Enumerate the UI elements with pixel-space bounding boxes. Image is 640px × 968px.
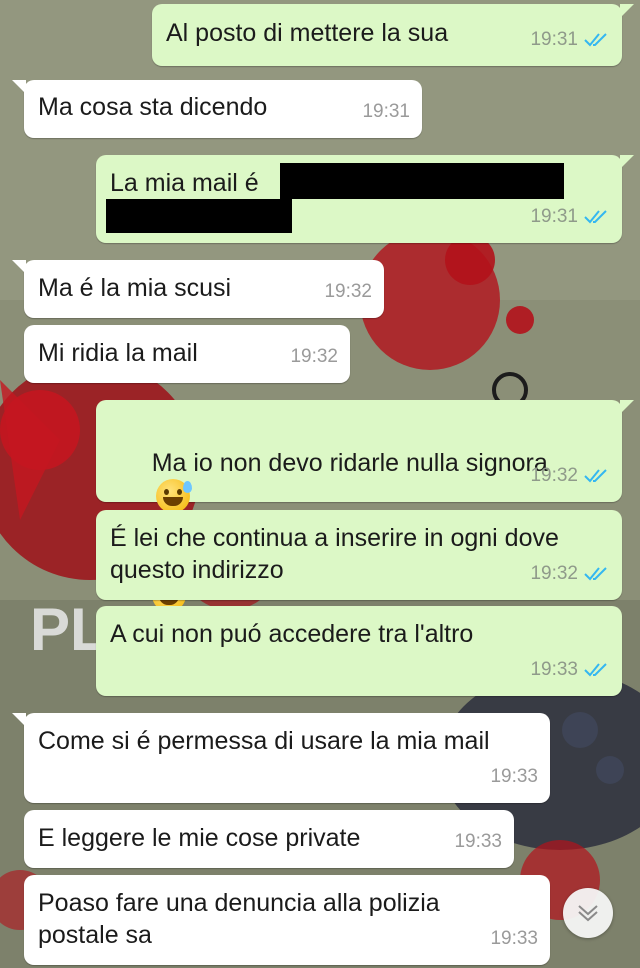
message-bubble-outgoing[interactable]: Ma io non devo ridarle nulla signora 19:… xyxy=(96,400,634,612)
bubble-tail xyxy=(620,400,634,414)
message-time: 19:31 xyxy=(530,29,578,50)
message-text: A cui non puó accedere tra l'altro xyxy=(110,620,474,648)
bubble-tail xyxy=(12,713,26,727)
message-text: E leggere le mie cose private xyxy=(38,824,361,852)
message-time: 19:31 xyxy=(362,101,410,122)
message-time: 19:31 xyxy=(530,206,578,227)
message-bubble-incoming[interactable]: Ma é la mia scusi 19:32 xyxy=(12,260,384,318)
redacted-email xyxy=(280,163,564,199)
message-meta: 19:32 xyxy=(324,276,372,308)
message-meta: 19:32 xyxy=(530,460,610,492)
message-time: 19:33 xyxy=(490,766,538,787)
message-bubble-incoming[interactable]: Come si é permessa di usare la mia mail … xyxy=(12,713,550,803)
message-bubble-outgoing[interactable]: É lei che continua a inserire in ogni do… xyxy=(96,510,622,600)
message-time: 19:32 xyxy=(324,281,372,302)
scroll-to-bottom-button[interactable] xyxy=(563,888,613,938)
message-bubble-outgoing[interactable]: A cui non puó accedere tra l'altro 19:33 xyxy=(96,606,622,696)
message-meta: 19:31 xyxy=(530,24,610,56)
message-time: 19:32 xyxy=(530,563,578,584)
message-meta: 19:33 xyxy=(530,654,610,686)
message-meta: 19:33 xyxy=(454,826,502,858)
message-bubble-incoming[interactable]: Poaso fare una denuncia alla polizia pos… xyxy=(24,875,550,965)
message-text: Poaso fare una denuncia alla polizia pos… xyxy=(38,889,440,949)
message-bubble-incoming[interactable]: Mi ridia la mail 19:32 xyxy=(24,325,350,383)
chat-view[interactable]: PL Al posto di mettere la sua 19:31 Ma c… xyxy=(0,0,640,968)
message-bubble-incoming[interactable]: Ma cosa sta dicendo 19:31 xyxy=(12,80,422,138)
message-meta: 19:31 xyxy=(530,201,610,233)
message-time: 19:33 xyxy=(490,928,538,949)
read-receipt-icon xyxy=(584,663,607,677)
message-text: Come si é permessa di usare la mia mail xyxy=(38,727,490,755)
bubble-tail xyxy=(620,4,634,18)
chevrons-down-icon xyxy=(578,905,598,922)
read-receipt-icon xyxy=(584,210,607,224)
message-text: Ma é la mia scusi xyxy=(38,274,232,302)
message-bubble-outgoing[interactable]: La mia mail é 19:31 xyxy=(96,155,634,243)
message-meta: 19:32 xyxy=(530,558,610,590)
message-time: 19:32 xyxy=(530,465,578,486)
read-receipt-icon xyxy=(584,469,607,483)
message-bubble-outgoing[interactable]: Al posto di mettere la sua 19:31 xyxy=(152,4,634,66)
bubble-tail xyxy=(620,155,634,169)
grinning-face-with-sweat-icon xyxy=(155,479,192,514)
message-meta: 19:31 xyxy=(362,96,410,128)
message-time: 19:33 xyxy=(454,831,502,852)
read-receipt-icon xyxy=(584,33,607,47)
message-text-content: Ma io non devo ridarle nulla signora xyxy=(151,449,548,477)
message-time: 19:33 xyxy=(530,659,578,680)
bubble-tail xyxy=(12,80,26,94)
message-meta: 19:32 xyxy=(290,341,338,373)
message-meta: 19:33 xyxy=(490,923,538,955)
message-time: 19:32 xyxy=(290,346,338,367)
redacted-email-continued xyxy=(106,199,292,233)
message-meta: 19:33 xyxy=(490,761,538,793)
message-bubble-incoming[interactable]: E leggere le mie cose private 19:33 xyxy=(24,810,514,868)
read-receipt-icon xyxy=(584,567,607,581)
message-text: Ma cosa sta dicendo xyxy=(38,93,268,121)
bubble-tail xyxy=(12,260,26,274)
